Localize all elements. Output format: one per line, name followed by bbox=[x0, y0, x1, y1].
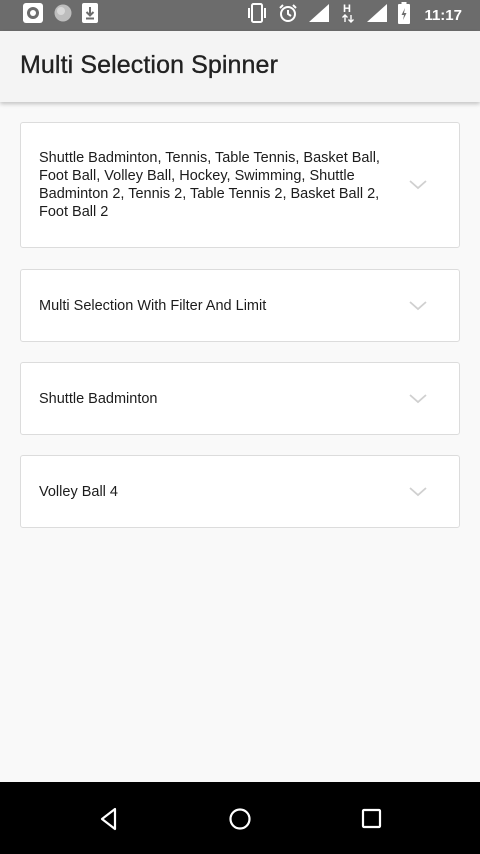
data-h-icon: H bbox=[340, 2, 356, 29]
chevron-down-icon bbox=[409, 300, 427, 310]
spinner-selected-text: Shuttle Badminton bbox=[39, 390, 158, 407]
spinner-selected-text: Multi Selection With Filter And Limit bbox=[39, 297, 267, 314]
page-title: Multi Selection Spinner bbox=[20, 51, 278, 79]
battery-icon bbox=[398, 2, 411, 29]
chevron-down-icon bbox=[409, 486, 427, 496]
status-time: 11:17 bbox=[424, 7, 462, 24]
recents-icon[interactable] bbox=[359, 806, 385, 832]
app-bar: Multi Selection Spinner bbox=[0, 31, 480, 102]
multi-select-spinner[interactable]: Shuttle Badminton, Tennis, Table Tennis,… bbox=[20, 122, 460, 248]
signal-icon bbox=[308, 3, 330, 28]
alarm-icon bbox=[278, 3, 298, 28]
svg-text:H: H bbox=[343, 3, 351, 15]
circle-icon bbox=[53, 3, 73, 28]
chevron-down-icon bbox=[409, 180, 427, 190]
spinner-selected-text: Volley Ball 4 bbox=[39, 483, 118, 500]
single-select-spinner[interactable]: Shuttle Badminton bbox=[20, 362, 460, 435]
searchable-spinner[interactable]: Volley Ball 4 bbox=[20, 455, 460, 528]
status-bar: H 11:17 bbox=[0, 0, 480, 31]
spinner-selected-text: Shuttle Badminton, Tennis, Table Tennis,… bbox=[39, 150, 380, 220]
chevron-down-icon bbox=[409, 393, 427, 403]
back-icon[interactable] bbox=[96, 806, 122, 832]
vibrate-icon bbox=[246, 3, 268, 28]
filter-limit-spinner[interactable]: Multi Selection With Filter And Limit bbox=[20, 269, 460, 342]
navigation-bar bbox=[0, 782, 480, 854]
content-area: Shuttle Badminton, Tennis, Table Tennis,… bbox=[0, 102, 480, 782]
record-icon bbox=[22, 3, 44, 28]
home-icon[interactable] bbox=[227, 806, 253, 832]
signal-icon bbox=[366, 3, 388, 28]
download-icon bbox=[82, 3, 98, 28]
